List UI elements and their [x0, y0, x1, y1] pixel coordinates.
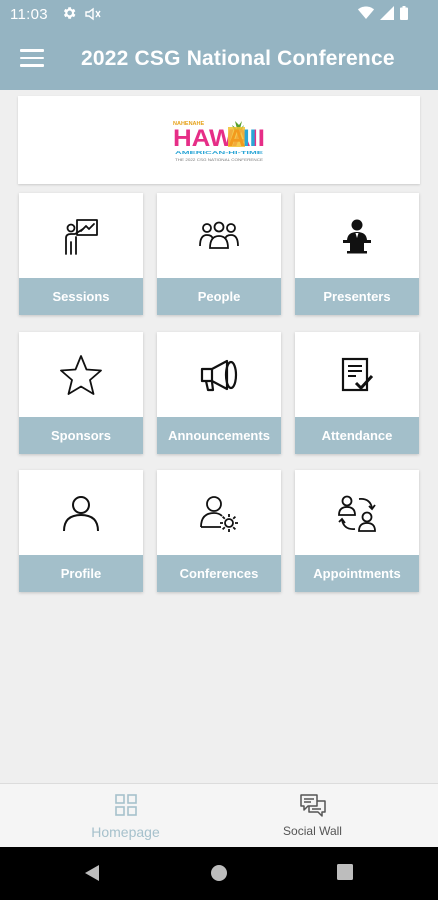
tile-sponsors[interactable]: Sponsors [19, 332, 143, 454]
tile-label: Sponsors [19, 417, 143, 454]
tile-conferences[interactable]: Conferences [157, 470, 281, 592]
page-title: 2022 CSG National Conference [81, 47, 395, 70]
status-time: 11:03 [10, 6, 48, 23]
svg-text:II: II [243, 125, 256, 152]
star-icon [19, 332, 143, 417]
checklist-icon [295, 332, 419, 417]
tile-attendance[interactable]: Attendance [295, 332, 419, 454]
tile-label: Announcements [157, 417, 281, 454]
user-gear-icon [157, 470, 281, 555]
tile-sessions[interactable]: Sessions [19, 193, 143, 315]
nav-social-wall[interactable]: Social Wall [203, 784, 422, 848]
hamburger-menu-icon[interactable] [20, 49, 44, 71]
tile-label: People [157, 278, 281, 315]
notification-off-icon [84, 7, 102, 25]
podium-speaker-icon [295, 193, 419, 278]
tile-presenters[interactable]: Presenters [295, 193, 419, 315]
people-icon [157, 193, 281, 278]
system-navigation-bar [0, 847, 438, 900]
presentation-icon [19, 193, 143, 278]
tile-label: Presenters [295, 278, 419, 315]
back-icon[interactable] [84, 864, 100, 887]
conference-banner: NAHENAHE HAWAII A II AMERICAN-HI-TIME TH… [18, 96, 420, 184]
tile-label: Conferences [157, 555, 281, 592]
home-icon[interactable] [210, 864, 228, 887]
battery-icon [400, 6, 408, 24]
tile-announcements[interactable]: Announcements [157, 332, 281, 454]
hawaii-logo: NAHENAHE HAWAII A II AMERICAN-HI-TIME TH… [173, 113, 265, 167]
grid-icon [114, 793, 138, 822]
tile-label: Profile [19, 555, 143, 592]
wifi-icon [358, 6, 374, 24]
user-exchange-icon [295, 470, 419, 555]
svg-text:AMERICAN-HI-TIME: AMERICAN-HI-TIME [175, 150, 265, 156]
tile-label: Sessions [19, 278, 143, 315]
cell-signal-icon [380, 6, 394, 24]
megaphone-icon [157, 332, 281, 417]
tile-label: Attendance [295, 417, 419, 454]
settings-gear-icon [61, 5, 77, 25]
status-bar: 11:03 [0, 0, 438, 30]
nav-label: Social Wall [283, 824, 342, 838]
svg-text:THE 2022 CSG NATIONAL CONFEREN: THE 2022 CSG NATIONAL CONFERENCE [175, 158, 264, 162]
app-bar: 2022 CSG National Conference [0, 30, 438, 90]
tile-appointments[interactable]: Appointments [295, 470, 419, 592]
bottom-navigation: Homepage Social Wall [0, 783, 438, 847]
tile-label: Appointments [295, 555, 419, 592]
chat-bubbles-icon [299, 793, 327, 824]
user-icon [19, 470, 143, 555]
recents-icon[interactable] [337, 864, 353, 885]
tile-people[interactable]: People [157, 193, 281, 315]
tile-profile[interactable]: Profile [19, 470, 143, 592]
